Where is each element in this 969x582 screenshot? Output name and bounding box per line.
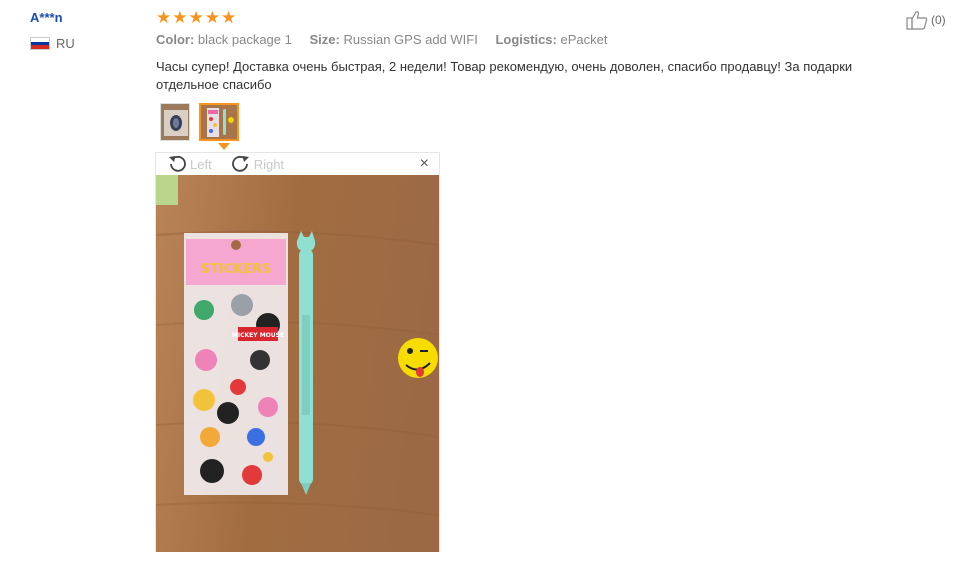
rotate-left-button[interactable]: Left xyxy=(166,154,212,174)
star-icon: ★ xyxy=(156,8,172,27)
photo-thumbnails xyxy=(160,103,239,141)
rotate-left-icon xyxy=(169,155,186,172)
helpful-button[interactable]: (0) xyxy=(906,10,946,30)
sticker-mickey-label: MICKEY MOUSE xyxy=(232,332,284,339)
attr-size-key: Size: xyxy=(309,32,340,47)
rotate-right-label: Right xyxy=(253,156,285,172)
reviewer-name[interactable]: A***n xyxy=(30,10,63,25)
star-icon: ★ xyxy=(172,8,188,27)
photo-stickers-pen-badge: STICKERS MICKEY MOUSE xyxy=(156,175,439,552)
country-code: RU xyxy=(56,36,75,51)
star-icon: ★ xyxy=(188,8,204,27)
viewer-toolbar: Left Right × xyxy=(156,153,439,175)
attr-logistics-key: Logistics: xyxy=(495,32,557,47)
star-icon: ★ xyxy=(221,8,237,27)
attr-size-value: Russian GPS add WIFI xyxy=(343,32,478,47)
rotate-right-button[interactable]: Right xyxy=(230,154,284,174)
rotate-right-icon xyxy=(231,155,249,172)
star-icon: ★ xyxy=(204,8,220,27)
active-thumbnail-caret xyxy=(218,143,230,150)
photo-thumbnail-1[interactable] xyxy=(160,103,190,141)
attr-color-value: black package 1 xyxy=(197,32,292,47)
helpful-count: (0) xyxy=(931,13,946,27)
close-viewer-button[interactable]: × xyxy=(420,156,429,172)
rating-stars: ★ ★ ★ ★ ★ xyxy=(156,9,236,26)
order-attributes: Color: black package 1 Size: Russian GPS… xyxy=(156,32,621,47)
attr-logistics-value: ePacket xyxy=(560,32,608,47)
thumbnail-stickers-image xyxy=(201,105,237,139)
thumbnail-watch-image xyxy=(161,104,189,140)
sticker-title: STICKERS xyxy=(201,262,272,277)
photo-viewer: Left Right × STICKERS MICKEY MOUSE xyxy=(155,152,440,552)
thumbs-up-icon xyxy=(906,11,928,30)
rotate-left-label: Left xyxy=(190,156,212,172)
russia-flag-icon xyxy=(30,37,50,50)
reviewer-country: RU xyxy=(30,36,75,51)
photo-thumbnail-2[interactable] xyxy=(199,103,239,141)
review-photo: STICKERS MICKEY MOUSE xyxy=(156,175,439,552)
attr-color-key: Color: xyxy=(156,32,195,47)
review-text: Часы супер! Доставка очень быстрая, 2 не… xyxy=(156,59,853,92)
